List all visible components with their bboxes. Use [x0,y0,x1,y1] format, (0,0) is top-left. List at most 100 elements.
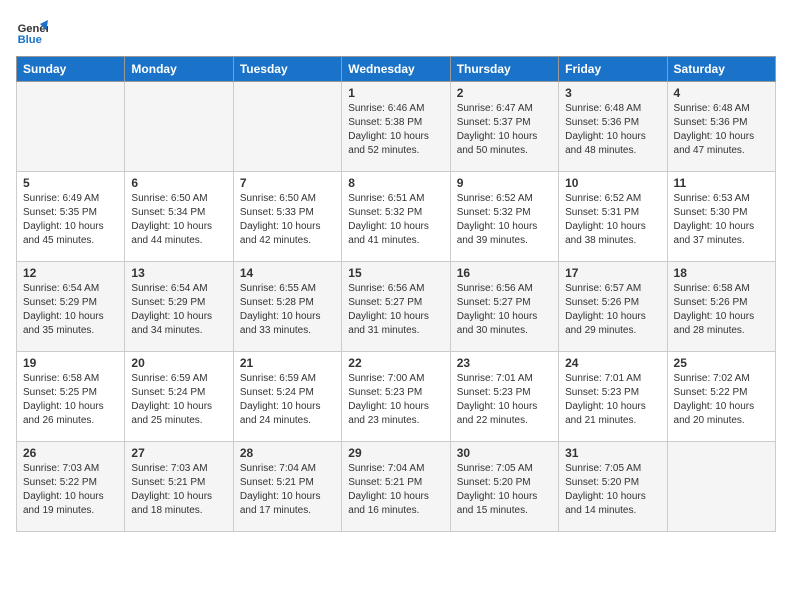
day-info: Sunrise: 7:03 AM Sunset: 5:22 PM Dayligh… [23,462,118,518]
logo: General Blue [16,16,48,48]
day-info: Sunrise: 7:00 AM Sunset: 5:23 PM Dayligh… [348,372,443,428]
calendar-cell: 14 Sunrise: 6:55 AM Sunset: 5:28 PM Dayli… [233,262,341,352]
calendar-cell: 10 Sunrise: 6:52 AM Sunset: 5:31 PM Dayli… [559,172,667,262]
day-number: 11 [674,176,769,190]
calendar-week-1: 1 Sunrise: 6:46 AM Sunset: 5:38 PM Daylig… [17,82,776,172]
day-number: 2 [457,86,552,100]
day-header-monday: Monday [125,57,233,82]
day-info: Sunrise: 7:04 AM Sunset: 5:21 PM Dayligh… [348,462,443,518]
logo-icon: General Blue [16,16,48,48]
day-info: Sunrise: 6:56 AM Sunset: 5:27 PM Dayligh… [457,282,552,338]
calendar-cell: 26 Sunrise: 7:03 AM Sunset: 5:22 PM Dayli… [17,442,125,532]
day-number: 5 [23,176,118,190]
day-info: Sunrise: 6:47 AM Sunset: 5:37 PM Dayligh… [457,102,552,158]
day-number: 9 [457,176,552,190]
day-info: Sunrise: 6:51 AM Sunset: 5:32 PM Dayligh… [348,192,443,248]
day-number: 20 [131,356,226,370]
calendar-cell: 17Sunrise: 6:57 AM Sunset: 5:26 PM Dayli… [559,262,667,352]
calendar-week-4: 19Sunrise: 6:58 AM Sunset: 5:25 PM Dayli… [17,352,776,442]
day-header-saturday: Saturday [667,57,775,82]
day-info: Sunrise: 6:56 AM Sunset: 5:27 PM Dayligh… [348,282,443,338]
day-header-tuesday: Tuesday [233,57,341,82]
day-number: 1 [348,86,443,100]
calendar-cell: 11 Sunrise: 6:53 AM Sunset: 5:30 PM Dayli… [667,172,775,262]
day-number: 10 [565,176,660,190]
day-info: Sunrise: 6:49 AM Sunset: 5:35 PM Dayligh… [23,192,118,248]
calendar-header-row: SundayMondayTuesdayWednesdayThursdayFrid… [17,57,776,82]
calendar-cell: 27 Sunrise: 7:03 AM Sunset: 5:21 PM Dayli… [125,442,233,532]
day-info: Sunrise: 6:55 AM Sunset: 5:28 PM Dayligh… [240,282,335,338]
calendar-cell: 3 Sunrise: 6:48 AM Sunset: 5:36 PM Daylig… [559,82,667,172]
day-number: 26 [23,446,118,460]
day-number: 16 [457,266,552,280]
day-number: 13 [131,266,226,280]
day-number: 28 [240,446,335,460]
day-number: 24 [565,356,660,370]
day-info: Sunrise: 6:59 AM Sunset: 5:24 PM Dayligh… [240,372,335,428]
calendar-cell: 13 Sunrise: 6:54 AM Sunset: 5:29 PM Dayli… [125,262,233,352]
page-header: General Blue [16,16,776,48]
day-header-wednesday: Wednesday [342,57,450,82]
calendar-week-2: 5 Sunrise: 6:49 AM Sunset: 5:35 PM Daylig… [17,172,776,262]
day-number: 19 [23,356,118,370]
calendar-cell: 21 Sunrise: 6:59 AM Sunset: 5:24 PM Dayli… [233,352,341,442]
day-info: Sunrise: 6:54 AM Sunset: 5:29 PM Dayligh… [131,282,226,338]
calendar-cell [667,442,775,532]
day-info: Sunrise: 6:52 AM Sunset: 5:31 PM Dayligh… [565,192,660,248]
day-info: Sunrise: 7:03 AM Sunset: 5:21 PM Dayligh… [131,462,226,518]
calendar-cell: 16 Sunrise: 6:56 AM Sunset: 5:27 PM Dayli… [450,262,558,352]
calendar-cell: 31Sunrise: 7:05 AM Sunset: 5:20 PM Dayli… [559,442,667,532]
day-number: 31 [565,446,660,460]
calendar-cell: 20 Sunrise: 6:59 AM Sunset: 5:24 PM Dayli… [125,352,233,442]
calendar-cell: 9Sunrise: 6:52 AM Sunset: 5:32 PM Daylig… [450,172,558,262]
day-header-friday: Friday [559,57,667,82]
day-number: 14 [240,266,335,280]
day-info: Sunrise: 6:48 AM Sunset: 5:36 PM Dayligh… [674,102,769,158]
day-info: Sunrise: 6:50 AM Sunset: 5:34 PM Dayligh… [131,192,226,248]
calendar-week-3: 12 Sunrise: 6:54 AM Sunset: 5:29 PM Dayli… [17,262,776,352]
day-number: 18 [674,266,769,280]
calendar-cell: 4Sunrise: 6:48 AM Sunset: 5:36 PM Daylig… [667,82,775,172]
day-info: Sunrise: 7:04 AM Sunset: 5:21 PM Dayligh… [240,462,335,518]
day-number: 7 [240,176,335,190]
calendar-cell: 22 Sunrise: 7:00 AM Sunset: 5:23 PM Dayli… [342,352,450,442]
calendar-cell [233,82,341,172]
day-number: 27 [131,446,226,460]
day-number: 25 [674,356,769,370]
calendar-cell: 7 Sunrise: 6:50 AM Sunset: 5:33 PM Daylig… [233,172,341,262]
day-info: Sunrise: 7:01 AM Sunset: 5:23 PM Dayligh… [565,372,660,428]
calendar-week-5: 26 Sunrise: 7:03 AM Sunset: 5:22 PM Dayli… [17,442,776,532]
day-number: 29 [348,446,443,460]
day-info: Sunrise: 6:53 AM Sunset: 5:30 PM Dayligh… [674,192,769,248]
calendar-cell: 2 Sunrise: 6:47 AM Sunset: 5:37 PM Daylig… [450,82,558,172]
day-info: Sunrise: 6:48 AM Sunset: 5:36 PM Dayligh… [565,102,660,158]
calendar-cell: 24 Sunrise: 7:01 AM Sunset: 5:23 PM Dayli… [559,352,667,442]
calendar-cell: 1 Sunrise: 6:46 AM Sunset: 5:38 PM Daylig… [342,82,450,172]
day-header-sunday: Sunday [17,57,125,82]
day-info: Sunrise: 7:02 AM Sunset: 5:22 PM Dayligh… [674,372,769,428]
day-number: 6 [131,176,226,190]
calendar-cell: 23Sunrise: 7:01 AM Sunset: 5:23 PM Dayli… [450,352,558,442]
day-header-thursday: Thursday [450,57,558,82]
calendar-cell: 19Sunrise: 6:58 AM Sunset: 5:25 PM Dayli… [17,352,125,442]
calendar-cell: 28 Sunrise: 7:04 AM Sunset: 5:21 PM Dayli… [233,442,341,532]
calendar-cell: 12 Sunrise: 6:54 AM Sunset: 5:29 PM Dayli… [17,262,125,352]
calendar-cell: 5 Sunrise: 6:49 AM Sunset: 5:35 PM Daylig… [17,172,125,262]
day-number: 12 [23,266,118,280]
day-number: 8 [348,176,443,190]
day-number: 22 [348,356,443,370]
day-info: Sunrise: 6:54 AM Sunset: 5:29 PM Dayligh… [23,282,118,338]
day-number: 30 [457,446,552,460]
day-number: 21 [240,356,335,370]
calendar-cell: 6 Sunrise: 6:50 AM Sunset: 5:34 PM Daylig… [125,172,233,262]
calendar-table: SundayMondayTuesdayWednesdayThursdayFrid… [16,56,776,532]
day-info: Sunrise: 7:05 AM Sunset: 5:20 PM Dayligh… [457,462,552,518]
day-number: 23 [457,356,552,370]
day-number: 17 [565,266,660,280]
day-number: 15 [348,266,443,280]
day-info: Sunrise: 6:46 AM Sunset: 5:38 PM Dayligh… [348,102,443,158]
day-info: Sunrise: 6:50 AM Sunset: 5:33 PM Dayligh… [240,192,335,248]
day-number: 3 [565,86,660,100]
day-info: Sunrise: 6:59 AM Sunset: 5:24 PM Dayligh… [131,372,226,428]
calendar-cell [125,82,233,172]
